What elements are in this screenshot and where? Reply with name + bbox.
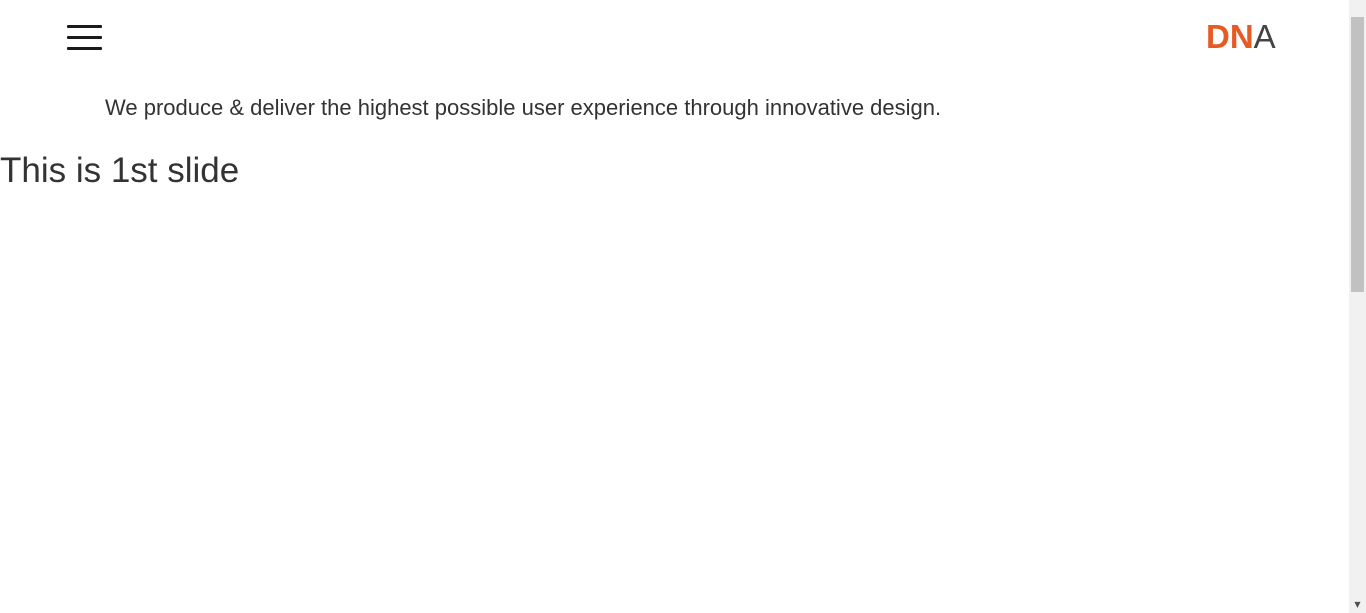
logo[interactable]: DNA	[1206, 19, 1276, 55]
slide-title: This is 1st slide	[0, 151, 240, 190]
chevron-down-icon[interactable]: ▼	[1349, 596, 1366, 613]
logo-brand-text: DN	[1206, 18, 1254, 55]
page: DNA We produce & deliver the highest pos…	[0, 0, 1366, 613]
scrollbar-thumb[interactable]	[1351, 17, 1364, 292]
content-area: DNA We produce & deliver the highest pos…	[0, 0, 1349, 613]
hamburger-bar	[67, 36, 102, 39]
tagline: We produce & deliver the highest possibl…	[105, 95, 942, 120]
hamburger-bar	[67, 47, 102, 50]
hamburger-menu-icon	[67, 25, 102, 28]
logo-rest-text: A	[1253, 18, 1276, 55]
hamburger-menu-button[interactable]	[67, 25, 102, 51]
vertical-scrollbar[interactable]: ▼	[1349, 0, 1366, 613]
